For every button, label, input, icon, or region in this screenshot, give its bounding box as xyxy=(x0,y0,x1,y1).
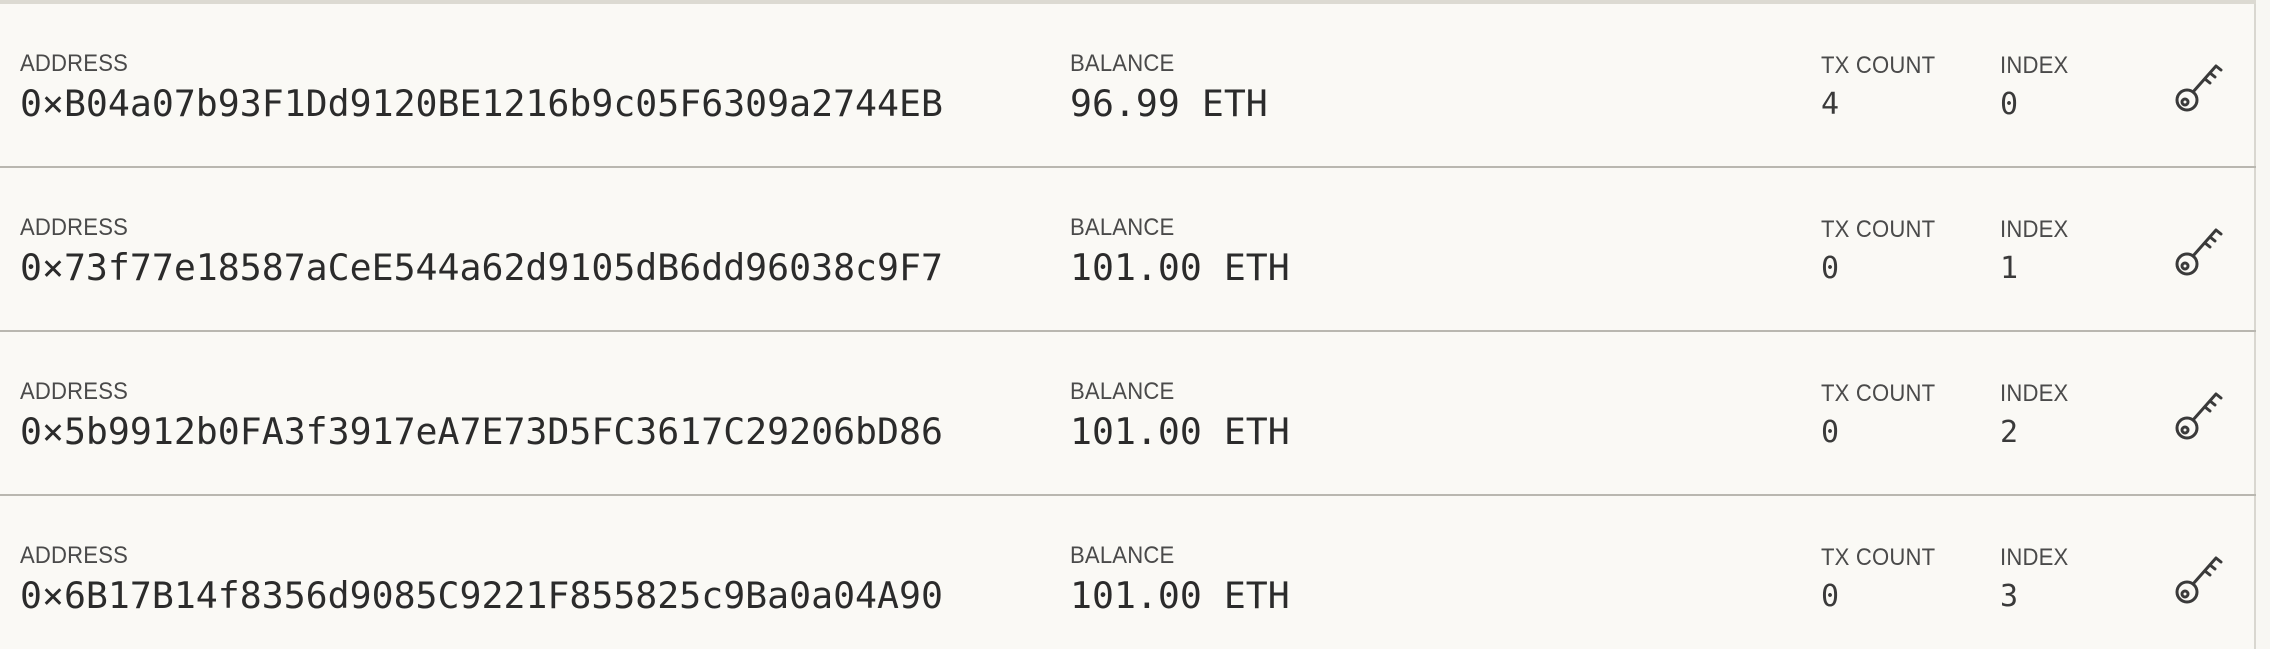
address-label: ADDRESS xyxy=(20,214,129,241)
tx-count-value: 0 xyxy=(1821,251,1840,286)
show-keys-button[interactable] xyxy=(2172,548,2228,608)
balance-label: BALANCE xyxy=(1070,378,1175,405)
address-value[interactable]: 0×5b9912b0FA3f3917eA7E73D5FC3617C29206bD… xyxy=(20,410,943,453)
tx-count-label: TX COUNT xyxy=(1821,216,1936,243)
balance-value: 96.99 ETH xyxy=(1070,82,1268,125)
index-value: 1 xyxy=(2000,251,2019,286)
key-icon xyxy=(2175,392,2223,440)
index-label: INDEX xyxy=(2000,544,2069,571)
address-label: ADDRESS xyxy=(20,542,129,569)
index-value: 2 xyxy=(2000,415,2019,450)
address-label: ADDRESS xyxy=(20,50,129,77)
tx-count-value: 0 xyxy=(1821,579,1840,614)
address-value[interactable]: 0×73f77e18587aCeE544a62d9105dB6dd96038c9… xyxy=(20,246,943,289)
key-icon xyxy=(2175,64,2223,112)
account-row[interactable]: ADDRESS 0×B04a07b93F1Dd9120BE1216b9c05F6… xyxy=(0,4,2256,168)
balance-label: BALANCE xyxy=(1070,542,1175,569)
tx-count-label: TX COUNT xyxy=(1821,544,1936,571)
key-icon xyxy=(2175,556,2223,604)
show-keys-button[interactable] xyxy=(2172,384,2228,444)
account-row[interactable]: ADDRESS 0×5b9912b0FA3f3917eA7E73D5FC3617… xyxy=(0,332,2256,496)
index-label: INDEX xyxy=(2000,52,2069,79)
show-keys-button[interactable] xyxy=(2172,56,2228,116)
index-value: 0 xyxy=(2000,87,2019,122)
tx-count-label: TX COUNT xyxy=(1821,380,1936,407)
show-keys-button[interactable] xyxy=(2172,220,2228,280)
index-value: 3 xyxy=(2000,579,2019,614)
balance-value: 101.00 ETH xyxy=(1070,246,1290,289)
tx-count-value: 4 xyxy=(1821,87,1840,122)
key-icon xyxy=(2175,228,2223,276)
address-value[interactable]: 0×B04a07b93F1Dd9120BE1216b9c05F6309a2744… xyxy=(20,82,943,125)
account-row[interactable]: ADDRESS 0×73f77e18587aCeE544a62d9105dB6d… xyxy=(0,168,2256,332)
balance-label: BALANCE xyxy=(1070,50,1175,77)
account-row[interactable]: ADDRESS 0×6B17B14f8356d9085C9221F855825c… xyxy=(0,496,2256,649)
index-label: INDEX xyxy=(2000,216,2069,243)
accounts-panel: ADDRESS 0×B04a07b93F1Dd9120BE1216b9c05F6… xyxy=(0,0,2256,649)
address-value[interactable]: 0×6B17B14f8356d9085C9221F855825c9Ba0a04A… xyxy=(20,574,943,617)
index-label: INDEX xyxy=(2000,380,2069,407)
balance-value: 101.00 ETH xyxy=(1070,410,1290,453)
tx-count-value: 0 xyxy=(1821,415,1840,450)
address-label: ADDRESS xyxy=(20,378,129,405)
tx-count-label: TX COUNT xyxy=(1821,52,1936,79)
balance-label: BALANCE xyxy=(1070,214,1175,241)
balance-value: 101.00 ETH xyxy=(1070,574,1290,617)
